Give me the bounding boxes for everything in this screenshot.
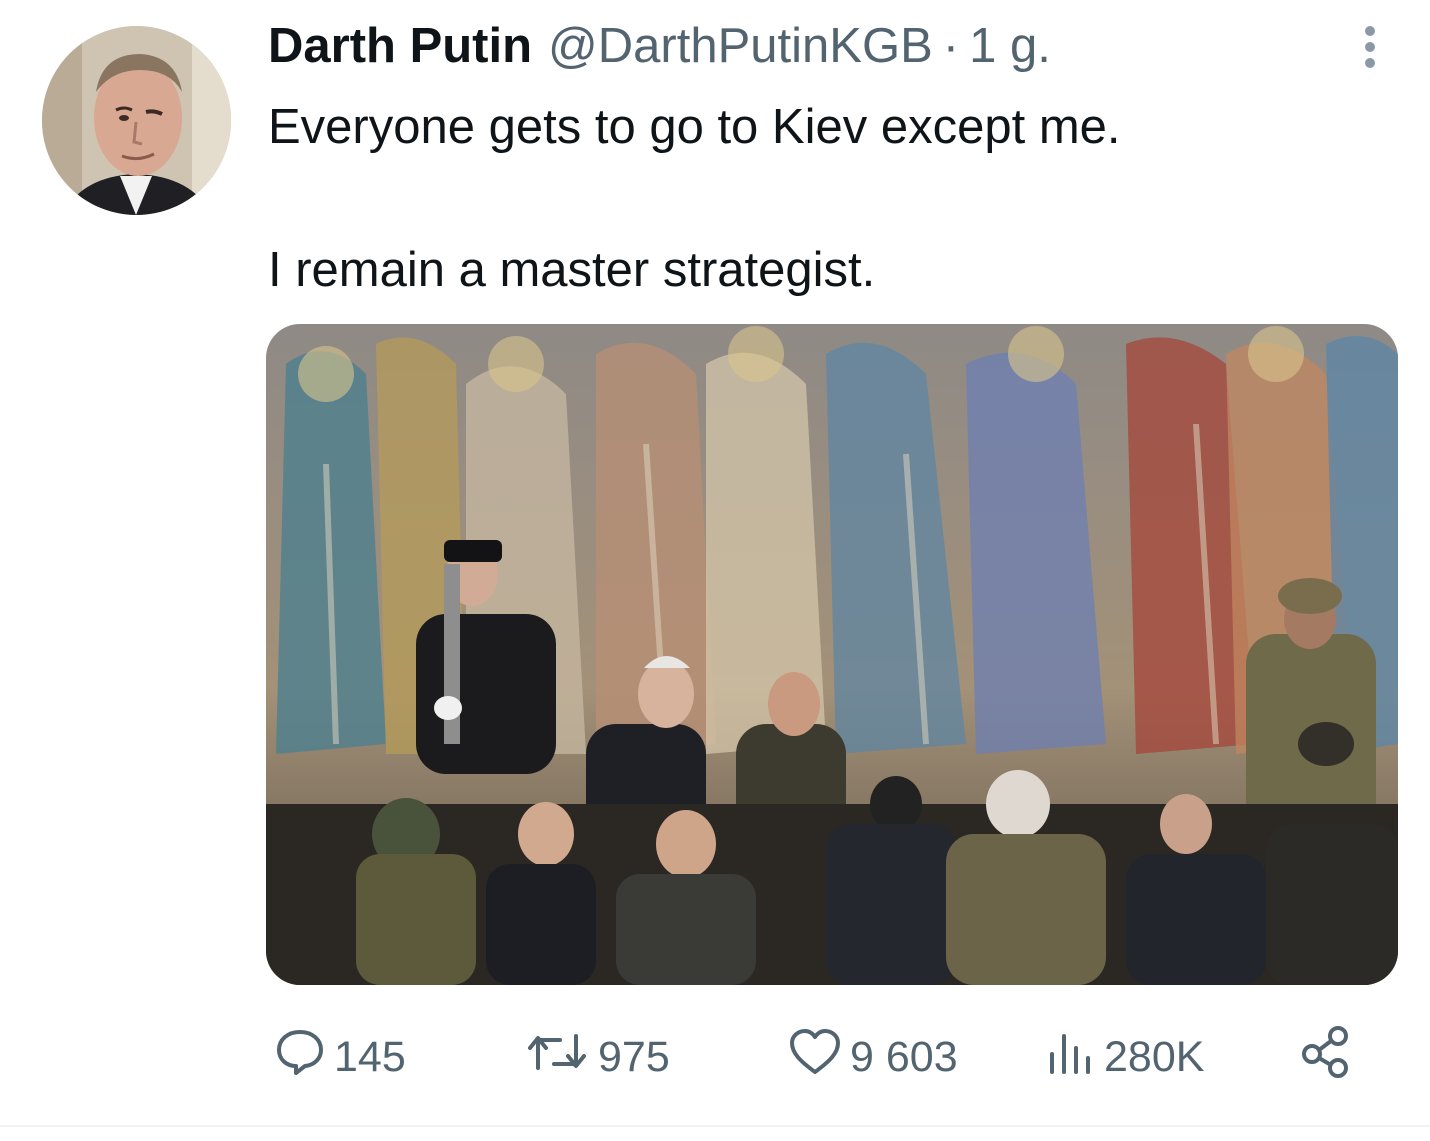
reply-count: 145 xyxy=(334,1032,406,1081)
views-button[interactable]: 280K xyxy=(1044,1028,1204,1086)
bar-chart-icon xyxy=(1044,1026,1096,1089)
author-name[interactable]: Darth Putin xyxy=(268,18,532,74)
divider xyxy=(0,1125,1430,1127)
tweet-actions: 145 975 9 603 280K xyxy=(274,1025,1374,1086)
views-count: 280K xyxy=(1104,1032,1205,1081)
retweet-button[interactable]: 975 xyxy=(524,1028,670,1086)
tweet-text-line: Everyone gets to go to Kiev except me. xyxy=(268,100,1121,154)
photo-image xyxy=(266,324,1398,985)
reply-button[interactable]: 145 xyxy=(274,1028,406,1086)
tweet-text-line: I remain a master strategist. xyxy=(268,243,876,297)
separator: · xyxy=(942,19,960,73)
avatar-image xyxy=(42,26,231,215)
share-icon xyxy=(1298,1024,1354,1091)
like-button[interactable]: 9 603 xyxy=(788,1028,958,1086)
speech-bubble-icon xyxy=(274,1026,326,1089)
tweet-header: Darth Putin @DarthPutinKGB · 1 g. xyxy=(268,18,1051,82)
tweet-photo[interactable] xyxy=(266,324,1398,985)
retweet-icon xyxy=(524,1026,590,1089)
timestamp[interactable]: 1 g. xyxy=(969,18,1051,74)
more-vertical-icon[interactable] xyxy=(1348,22,1392,72)
tweet-text: Everyone gets to go to Kiev except me. I… xyxy=(268,92,1388,305)
share-button[interactable] xyxy=(1298,1025,1362,1086)
like-count: 9 603 xyxy=(850,1032,958,1081)
heart-icon xyxy=(788,1026,842,1089)
retweet-count: 975 xyxy=(598,1032,670,1081)
tweet: Darth Putin @DarthPutinKGB · 1 g. Everyo… xyxy=(0,0,1430,1126)
avatar[interactable] xyxy=(42,26,231,215)
author-handle[interactable]: @DarthPutinKGB xyxy=(548,18,933,74)
